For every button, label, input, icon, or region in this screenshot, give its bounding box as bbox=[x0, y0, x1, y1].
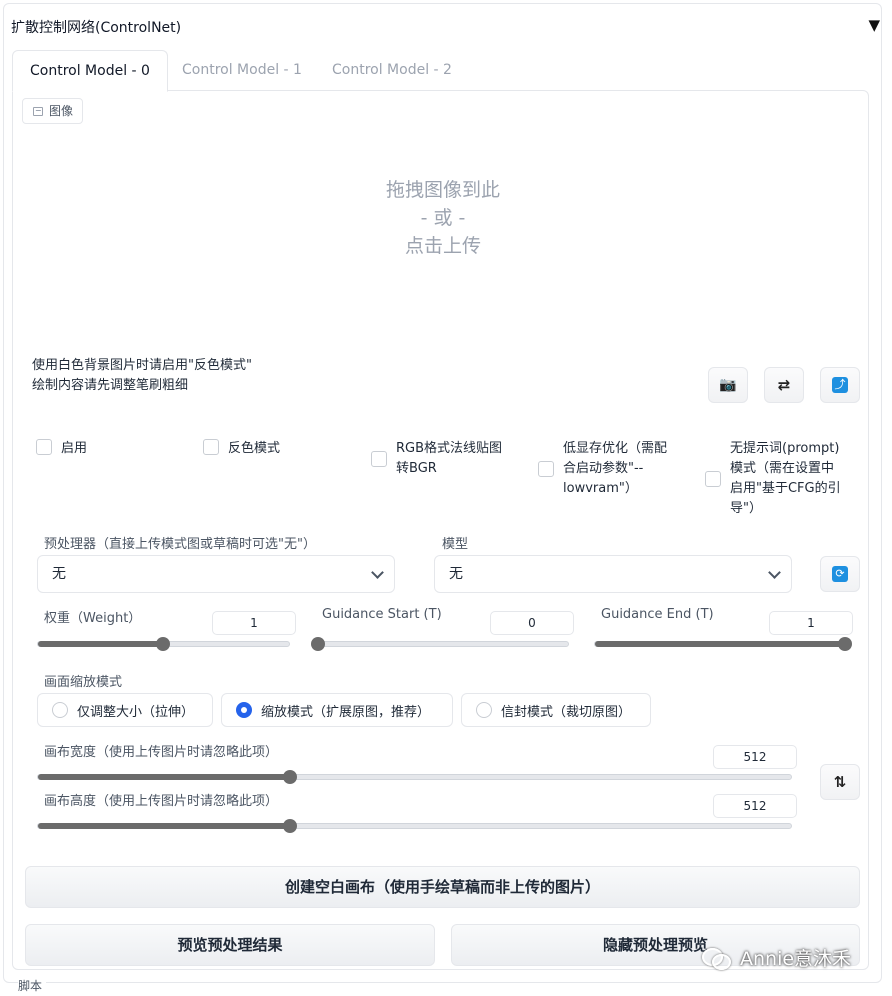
invert-checkbox[interactable]: 反色模式 bbox=[203, 439, 280, 459]
weight-slider-thumb[interactable] bbox=[156, 637, 170, 651]
swap-dimensions-button[interactable]: ⇅ bbox=[820, 764, 860, 800]
radio-dot[interactable] bbox=[52, 702, 68, 718]
send-dimensions-button[interactable]: ⤴ bbox=[820, 367, 860, 403]
guess-mode-label: 无提示词(prompt) 模式（需在设置中 启用"基于CFG的引 导"） bbox=[730, 441, 841, 516]
preprocessor-value: 无 bbox=[52, 566, 66, 582]
canvas-width-slider[interactable] bbox=[37, 770, 792, 784]
canvas-width-slider-fill bbox=[38, 774, 290, 780]
hint-invert: 使用白色背景图片时请启用"反色模式" bbox=[32, 358, 252, 373]
invert-checkbox-box[interactable] bbox=[203, 439, 219, 455]
panel-title[interactable]: 扩散控制网络(ControlNet) bbox=[11, 17, 181, 37]
canvas-height-label: 画布高度（使用上传图片时请忽略此项） bbox=[44, 794, 279, 809]
canvas-height-number-input[interactable]: 512 bbox=[713, 794, 797, 818]
guidance-start-slider[interactable] bbox=[311, 637, 569, 651]
tab-control-model-0[interactable]: Control Model - 0 bbox=[12, 50, 168, 92]
refresh-icon: ⟳ bbox=[832, 566, 848, 582]
refresh-models-button[interactable]: ⟳ bbox=[820, 556, 860, 592]
weight-slider-fill bbox=[38, 641, 163, 647]
enable-checkbox-box[interactable] bbox=[36, 439, 52, 455]
chevron-down-icon bbox=[768, 566, 781, 579]
guidance-start-label: Guidance Start (T) bbox=[322, 607, 442, 622]
swap-icon: ⇄ bbox=[777, 376, 791, 394]
tab-control-model-1[interactable]: Control Model - 1 bbox=[165, 50, 319, 92]
watermark: Annie意沐禾 bbox=[702, 944, 851, 971]
canvas-width-slider-thumb[interactable] bbox=[283, 770, 297, 784]
enable-checkbox[interactable]: 启用 bbox=[36, 439, 87, 459]
radio-dot[interactable] bbox=[236, 702, 252, 718]
preprocessor-label: 预处理器（直接上传模式图或草稿时可选"无"） bbox=[44, 537, 316, 552]
create-blank-canvas-button[interactable]: 创建空白画布（使用手绘草稿而非上传的图片） bbox=[25, 866, 860, 908]
swap-button[interactable]: ⇄ bbox=[764, 367, 804, 403]
preprocessor-select[interactable]: 无 bbox=[37, 555, 395, 593]
lowvram-label: 低显存优化（需配 合启动参数"-- lowvram"） bbox=[563, 441, 668, 496]
enable-label: 启用 bbox=[61, 441, 88, 456]
resize-option-envelope[interactable]: 信封模式（裁切原图） bbox=[461, 693, 651, 727]
watermark-text: Annie意沐禾 bbox=[740, 948, 852, 970]
image-drop-zone[interactable]: 拖拽图像到此 - 或 - 点击上传 bbox=[14, 176, 872, 260]
guidance-end-slider[interactable] bbox=[594, 637, 852, 651]
lowvram-checkbox-box[interactable] bbox=[538, 461, 554, 477]
guidance-start-slider-thumb[interactable] bbox=[311, 637, 325, 651]
invert-label: 反色模式 bbox=[228, 441, 281, 456]
resize-option-stretch[interactable]: 仅调整大小（拉伸） bbox=[37, 693, 213, 727]
resize-option-label: 缩放模式（扩展原图，推荐） bbox=[261, 704, 431, 720]
weight-number-input[interactable]: 1 bbox=[212, 611, 296, 635]
resize-option-scale[interactable]: 缩放模式（扩展原图，推荐） bbox=[221, 693, 453, 727]
tab-control-model-2[interactable]: Control Model - 2 bbox=[315, 50, 469, 92]
guess-mode-checkbox[interactable]: 无提示词(prompt) 模式（需在设置中 启用"基于CFG的引 导"） bbox=[705, 439, 841, 519]
wechat-logo-icon bbox=[702, 946, 732, 970]
canvas-width-number-input[interactable]: 512 bbox=[713, 745, 797, 769]
chevron-down-icon bbox=[371, 566, 384, 579]
canvas-height-slider[interactable] bbox=[37, 819, 792, 833]
weight-label: 权重（Weight） bbox=[44, 611, 142, 626]
lowvram-checkbox[interactable]: 低显存优化（需配 合启动参数"-- lowvram"） bbox=[538, 439, 667, 499]
image-label: 图像 bbox=[22, 98, 84, 124]
image-label-text: 图像 bbox=[49, 104, 74, 118]
canvas-height-slider-thumb[interactable] bbox=[283, 819, 297, 833]
rgb-to-bgr-label: RGB格式法线贴图 转BGR bbox=[396, 441, 503, 476]
usage-hint: 使用白色背景图片时请启用"反色模式" 绘制内容请先调整笔刷粗细 bbox=[32, 356, 252, 396]
canvas-height-slider-fill bbox=[38, 823, 290, 829]
guess-mode-checkbox-box[interactable] bbox=[705, 471, 721, 487]
guidance-start-number-input[interactable]: 0 bbox=[490, 611, 574, 635]
camera-button[interactable]: 📷 bbox=[708, 367, 748, 403]
guidance-end-slider-thumb[interactable] bbox=[838, 637, 852, 651]
send-icon: ⤴ bbox=[832, 377, 848, 393]
camera-icon: 📷 bbox=[719, 377, 737, 393]
guidance-end-slider-fill bbox=[595, 641, 845, 647]
drop-text: 拖拽图像到此 bbox=[385, 179, 500, 201]
guidance-end-number-input[interactable]: 1 bbox=[769, 611, 853, 635]
click-upload-text: 点击上传 bbox=[404, 235, 481, 257]
drop-or-text: - 或 - bbox=[420, 207, 466, 229]
weight-slider[interactable] bbox=[37, 637, 290, 651]
image-icon bbox=[33, 106, 43, 116]
swap-dimensions-icon: ⇅ bbox=[833, 773, 847, 791]
canvas-width-label: 画布宽度（使用上传图片时请忽略此项） bbox=[44, 745, 279, 760]
resize-mode-label: 画面缩放模式 bbox=[44, 675, 123, 690]
resize-option-label: 信封模式（裁切原图） bbox=[501, 704, 632, 720]
collapse-triangle-icon[interactable]: ▼ bbox=[868, 16, 880, 34]
preview-preprocessor-button[interactable]: 预览预处理结果 bbox=[25, 924, 435, 966]
scripts-section-label[interactable]: 脚本 bbox=[18, 977, 47, 994]
radio-dot[interactable] bbox=[476, 702, 492, 718]
guidance-end-label: Guidance End (T) bbox=[601, 607, 714, 622]
model-value: 无 bbox=[449, 566, 463, 582]
hint-brush: 绘制内容请先调整笔刷粗细 bbox=[32, 378, 189, 393]
rgb-to-bgr-checkbox[interactable]: RGB格式法线贴图 转BGR bbox=[371, 439, 502, 479]
model-select[interactable]: 无 bbox=[434, 555, 792, 593]
model-label: 模型 bbox=[442, 537, 469, 552]
resize-option-label: 仅调整大小（拉伸） bbox=[77, 704, 195, 720]
rgb-to-bgr-checkbox-box[interactable] bbox=[371, 451, 387, 467]
